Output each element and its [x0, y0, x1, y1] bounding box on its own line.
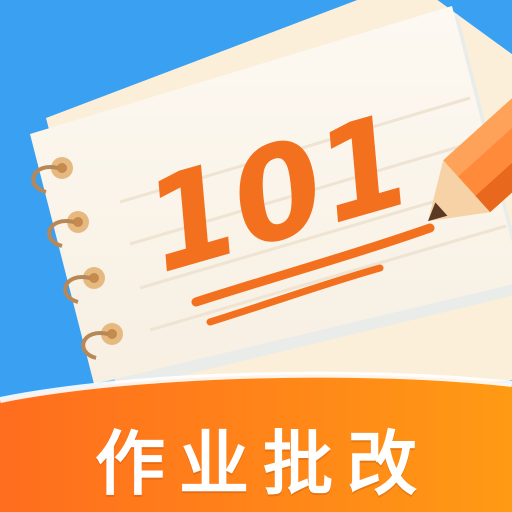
app-icon[interactable]: 101 作业批改 — [0, 0, 512, 512]
title-banner — [0, 374, 512, 512]
app-icon-artwork: 101 — [0, 0, 512, 512]
